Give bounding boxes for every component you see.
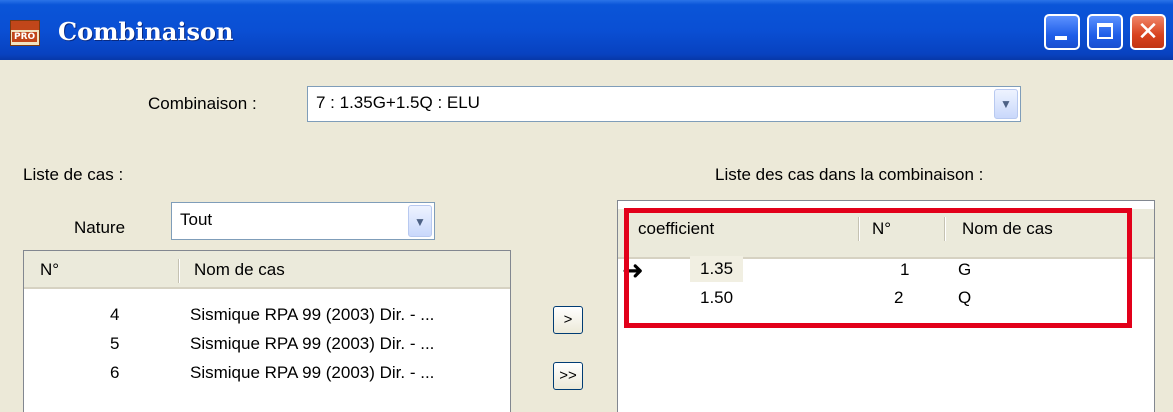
case-name: Q (958, 288, 972, 307)
coefficient-cell[interactable]: 1.50 (700, 288, 733, 308)
combination-row[interactable]: ➜ 1.35 1 G (618, 256, 1154, 286)
case-list-row[interactable]: 5 Sismique RPA 99 (2003) Dir. - ... (24, 330, 510, 358)
case-number: 5 (110, 334, 120, 353)
combination-row[interactable]: 1.50 2 Q (618, 284, 1154, 312)
maximize-button[interactable] (1087, 14, 1123, 50)
case-name: Sismique RPA 99 (2003) Dir. - ... (190, 334, 435, 353)
minimize-icon (1055, 36, 1067, 40)
column-header-case-name[interactable]: Nom de cas (184, 251, 504, 287)
column-header-coefficient[interactable]: coefficient (628, 209, 858, 257)
case-number: 4 (110, 305, 120, 324)
case-list-row[interactable]: 4 Sismique RPA 99 (2003) Dir. - ... (24, 301, 510, 329)
combination-case-list[interactable]: coefficient N° Nom de cas ➜ 1.35 1 G 1.5… (617, 200, 1155, 412)
case-name: Sismique RPA 99 (2003) Dir. - ... (190, 363, 435, 382)
case-name: G (958, 260, 972, 279)
column-header-number[interactable]: N° (30, 251, 180, 287)
add-case-button[interactable]: > (553, 306, 583, 334)
combination-case-list-header: coefficient N° Nom de cas (618, 209, 1154, 259)
title-bar[interactable]: PRO Combinaison ✕ (0, 0, 1173, 60)
close-icon: ✕ (1137, 17, 1159, 47)
minimize-button[interactable] (1044, 14, 1080, 50)
case-number: 2 (894, 288, 904, 307)
column-header-case-name[interactable]: Nom de cas (952, 209, 1142, 257)
case-list-header: N° Nom de cas (24, 251, 510, 289)
nature-value: Tout (180, 210, 213, 229)
app-icon: PRO (10, 20, 40, 46)
chevron-down-icon: ▼ (414, 215, 426, 229)
nature-dropdown-button[interactable]: ▼ (408, 205, 432, 237)
window-title: Combinaison (58, 17, 234, 46)
nature-select[interactable]: Tout ▼ (171, 202, 435, 240)
add-all-cases-button[interactable]: >> (553, 362, 583, 390)
combination-cases-label: Liste des cas dans la combinaison : (715, 165, 984, 184)
case-list[interactable]: N° Nom de cas 4 Sismique RPA 99 (2003) D… (23, 250, 511, 412)
close-button[interactable]: ✕ (1130, 14, 1166, 50)
combination-value: 7 : 1.35G+1.5Q : ELU (316, 93, 480, 112)
combination-label: Combinaison : (148, 94, 257, 113)
combination-select[interactable]: 7 : 1.35G+1.5Q : ELU ▼ (307, 86, 1021, 122)
combination-dropdown-button[interactable]: ▼ (994, 89, 1018, 119)
case-number: 6 (110, 363, 120, 382)
case-number: 1 (900, 260, 910, 279)
arrow-right-icon: ➜ (622, 256, 644, 286)
column-header-number[interactable]: N° (862, 209, 946, 257)
coefficient-cell[interactable]: 1.35 (690, 256, 744, 282)
app-icon-text: PRO (12, 32, 38, 42)
chevron-down-icon: ▼ (1000, 97, 1012, 111)
nature-label: Nature (74, 218, 126, 237)
case-list-row[interactable]: 6 Sismique RPA 99 (2003) Dir. - ... (24, 359, 510, 387)
case-name: Sismique RPA 99 (2003) Dir. - ... (190, 305, 435, 324)
maximize-icon (1097, 23, 1113, 39)
case-list-label: Liste de cas : (23, 165, 124, 184)
